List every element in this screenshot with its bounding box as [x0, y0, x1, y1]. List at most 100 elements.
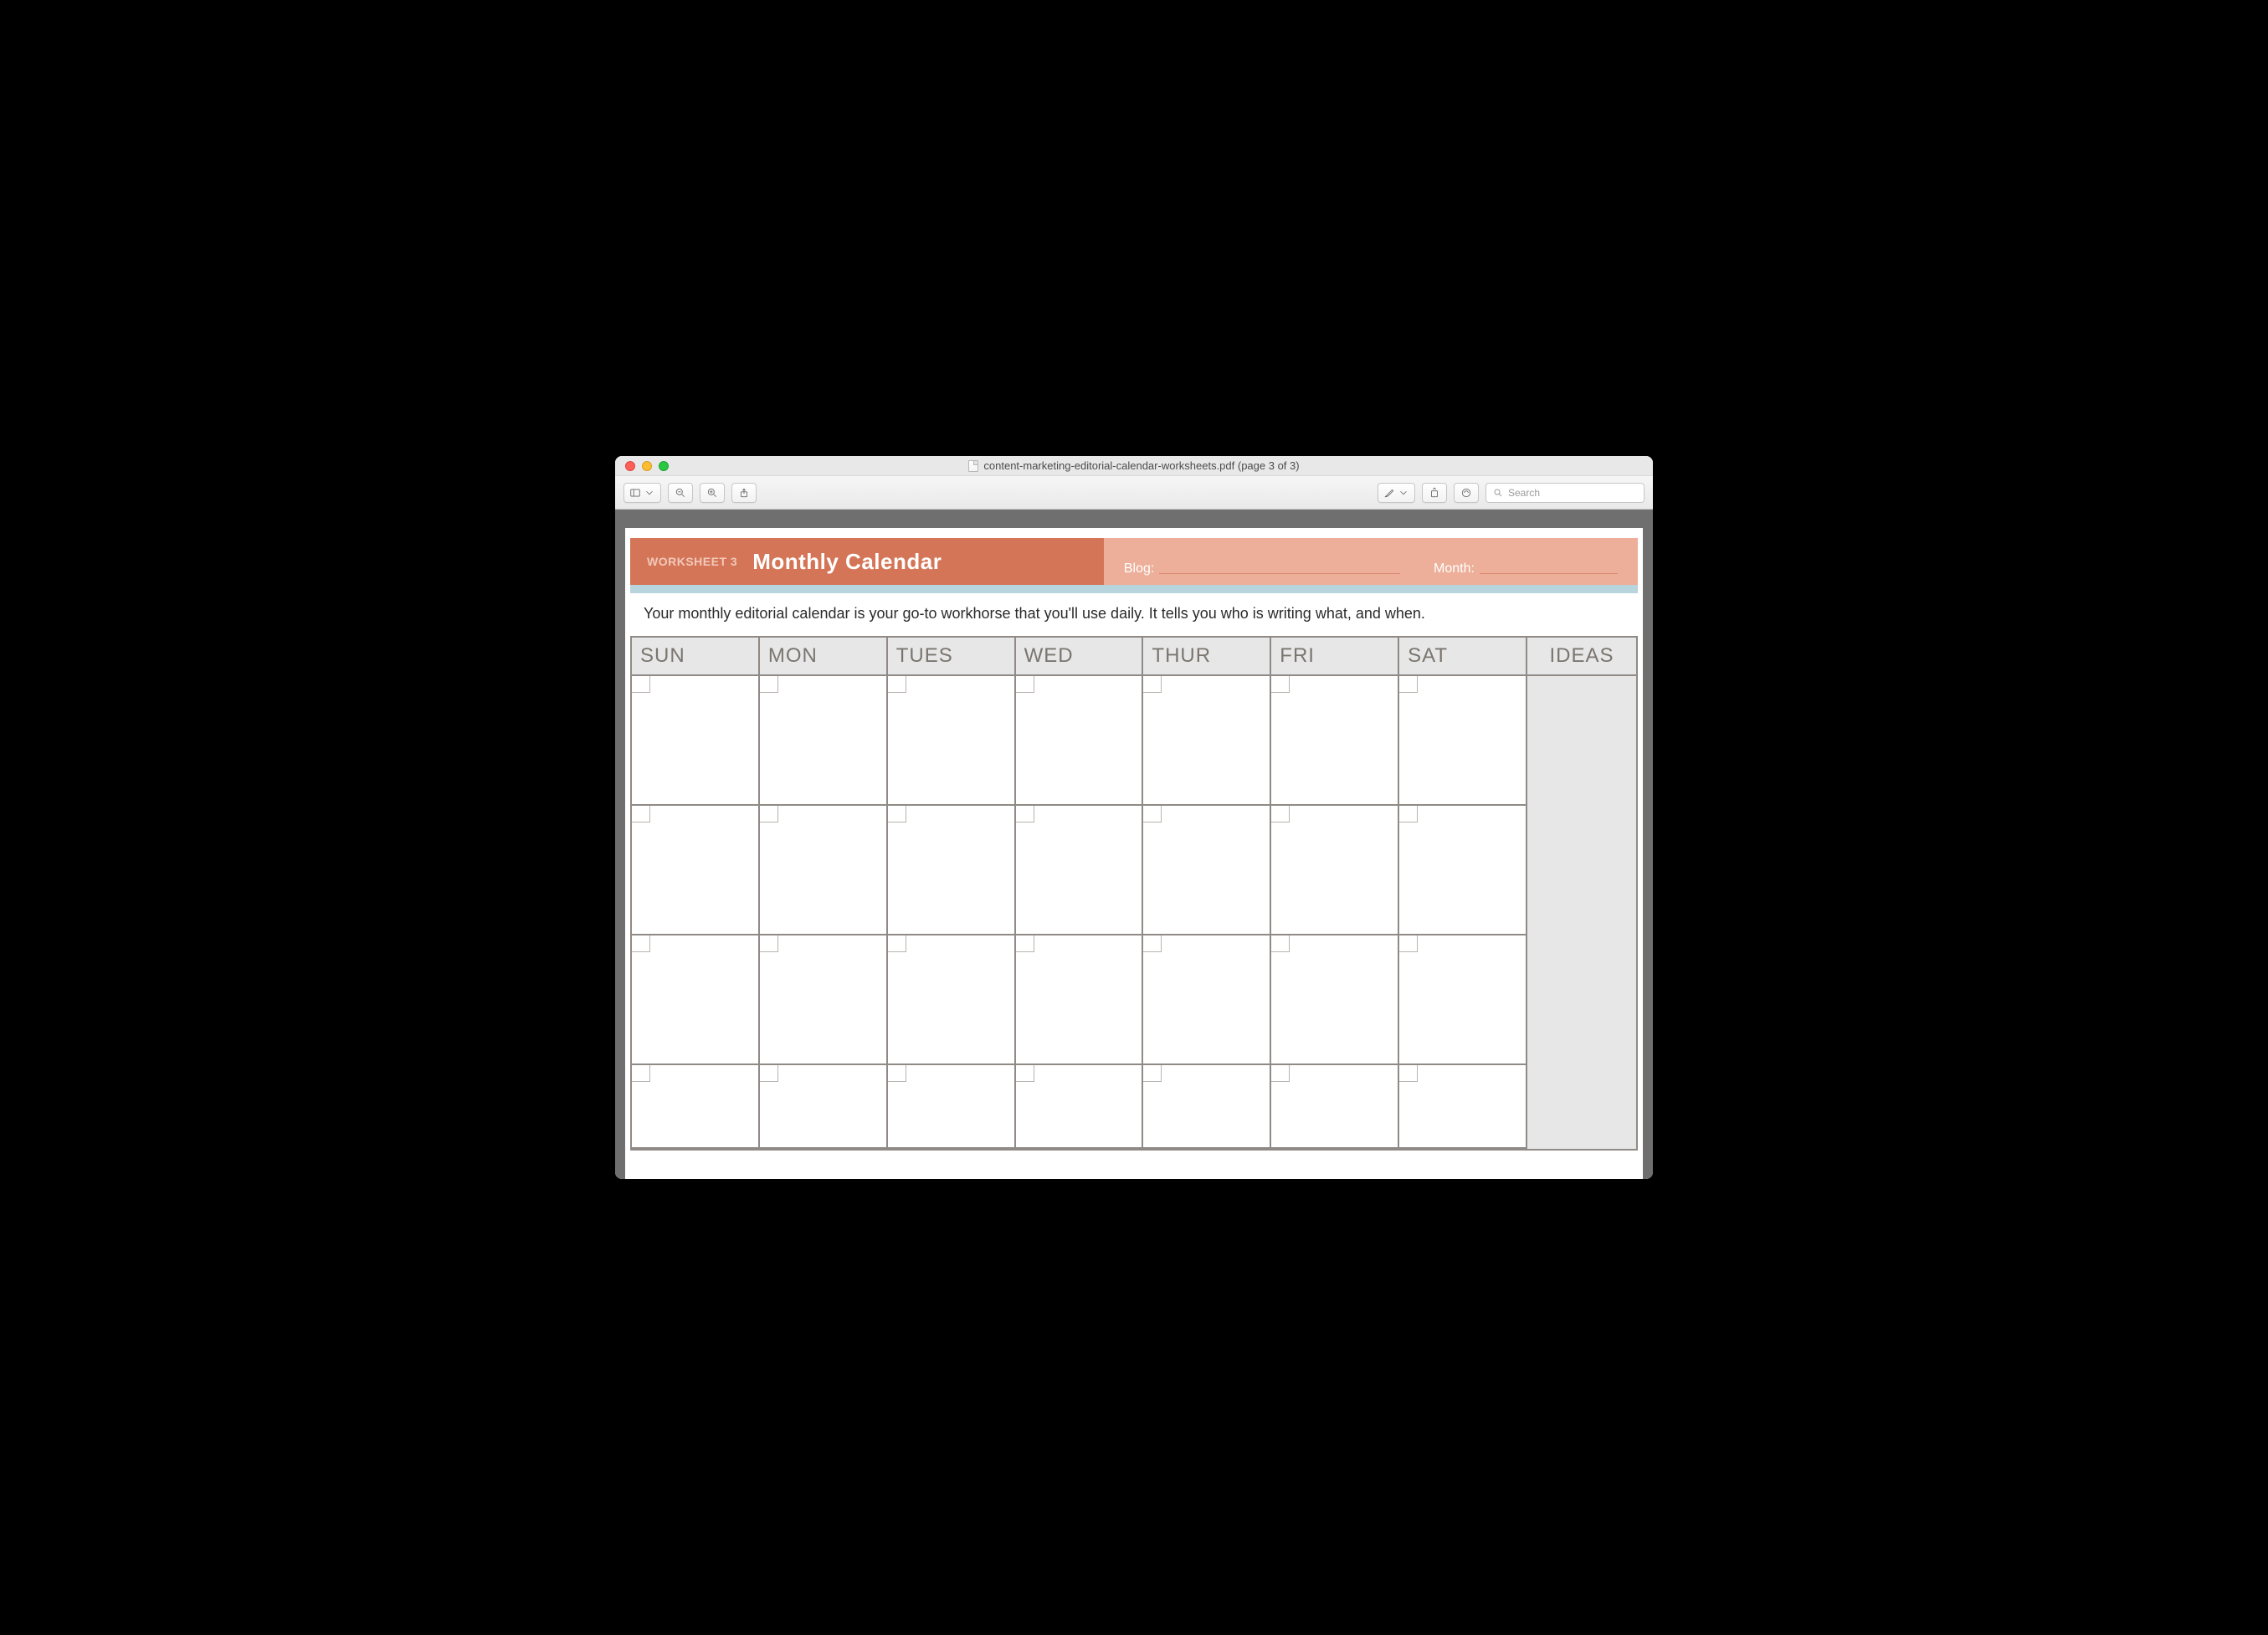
date-box — [888, 806, 906, 823]
calendar-cell — [1271, 806, 1399, 935]
date-box — [1271, 676, 1290, 693]
calendar-cell — [1143, 935, 1271, 1065]
date-box — [1016, 1065, 1034, 1082]
date-box — [760, 1065, 778, 1082]
document-viewport[interactable]: WORKSHEET 3 Monthly Calendar Blog: Month… — [615, 510, 1653, 1179]
worksheet-number: WORKSHEET 3 — [647, 555, 737, 568]
highlight-button[interactable] — [1378, 483, 1415, 503]
calendar-cell — [632, 1065, 760, 1149]
date-box — [1271, 806, 1290, 823]
window-title: content-marketing-editorial-calendar-wor… — [615, 459, 1653, 472]
window-title-text: content-marketing-editorial-calendar-wor… — [983, 459, 1299, 472]
date-box — [1399, 806, 1418, 823]
zoom-out-icon — [675, 487, 686, 499]
accent-bar — [630, 585, 1638, 593]
search-icon — [1493, 488, 1503, 498]
worksheet-description: Your monthly editorial calendar is your … — [625, 593, 1643, 636]
worksheet-title: Monthly Calendar — [752, 549, 942, 575]
day-header-sun: SUN — [632, 638, 760, 674]
calendar-grid: SUN MON TUES WED THUR FRI SAT IDEAS — [630, 636, 1638, 1151]
ideas-column — [1527, 676, 1636, 1149]
date-box — [632, 676, 650, 693]
date-box — [1143, 676, 1162, 693]
date-box — [632, 806, 650, 823]
close-window-button[interactable] — [625, 461, 635, 471]
toolbar: Search — [615, 476, 1653, 510]
date-box — [1399, 676, 1418, 693]
document-icon — [968, 460, 978, 472]
rotate-button[interactable] — [1422, 483, 1447, 503]
date-box — [888, 935, 906, 952]
blog-label: Blog: — [1124, 561, 1154, 577]
highlight-icon — [1383, 487, 1395, 499]
share-icon — [738, 487, 750, 499]
zoom-out-button[interactable] — [668, 483, 693, 503]
calendar-cell — [1016, 676, 1144, 806]
date-box — [760, 806, 778, 823]
blog-underline — [1159, 573, 1400, 574]
month-label: Month: — [1434, 561, 1475, 577]
date-box — [1016, 806, 1034, 823]
calendar-cell — [1399, 806, 1527, 935]
titlebar: content-marketing-editorial-calendar-wor… — [615, 456, 1653, 476]
date-box — [1143, 806, 1162, 823]
calendar-cell — [1143, 676, 1271, 806]
date-box — [1399, 935, 1418, 952]
day-header-mon: MON — [760, 638, 888, 674]
calendar-cell — [1271, 935, 1399, 1065]
search-input[interactable]: Search — [1485, 483, 1645, 503]
day-header-sat: SAT — [1399, 638, 1527, 674]
chevron-down-icon — [1398, 487, 1409, 499]
share-button[interactable] — [731, 483, 757, 503]
sidebar-toggle-button[interactable] — [623, 483, 661, 503]
calendar-cell — [1399, 676, 1527, 806]
app-window: content-marketing-editorial-calendar-wor… — [615, 456, 1653, 1179]
calendar-cell — [1143, 806, 1271, 935]
window-controls — [615, 461, 669, 471]
calendar-cell — [1271, 1065, 1399, 1149]
calendar-cell — [1016, 1065, 1144, 1149]
day-header-fri: FRI — [1271, 638, 1399, 674]
date-box — [1016, 676, 1034, 693]
date-box — [632, 1065, 650, 1082]
pdf-page: WORKSHEET 3 Monthly Calendar Blog: Month… — [625, 528, 1643, 1179]
calendar-cell — [760, 806, 888, 935]
markup-button[interactable] — [1454, 483, 1479, 503]
zoom-in-icon — [706, 487, 718, 499]
calendar-cell — [888, 935, 1016, 1065]
fullscreen-window-button[interactable] — [659, 461, 669, 471]
calendar-cell — [632, 676, 760, 806]
calendar-body — [632, 676, 1636, 1149]
day-header-thu: THUR — [1143, 638, 1271, 674]
blog-field: Blog: — [1124, 561, 1400, 577]
rotate-icon — [1429, 487, 1440, 499]
calendar-cell — [888, 676, 1016, 806]
date-box — [1143, 935, 1162, 952]
calendar-cell — [1271, 676, 1399, 806]
calendar-cell — [1143, 1065, 1271, 1149]
month-field: Month: — [1434, 561, 1618, 577]
calendar-cell — [1399, 935, 1527, 1065]
date-box — [1399, 1065, 1418, 1082]
calendar-cell — [888, 1065, 1016, 1149]
minimize-window-button[interactable] — [642, 461, 652, 471]
calendar-cell — [632, 935, 760, 1065]
date-box — [1016, 935, 1034, 952]
calendar-header-row: SUN MON TUES WED THUR FRI SAT IDEAS — [632, 638, 1636, 676]
date-box — [760, 935, 778, 952]
date-box — [888, 676, 906, 693]
calendar-cell — [760, 935, 888, 1065]
calendar-cell — [1016, 935, 1144, 1065]
date-box — [1271, 1065, 1290, 1082]
date-box — [760, 676, 778, 693]
ideas-header: IDEAS — [1527, 638, 1636, 674]
month-underline — [1480, 573, 1618, 574]
date-box — [1271, 935, 1290, 952]
calendar-cell — [1016, 806, 1144, 935]
zoom-in-button[interactable] — [700, 483, 725, 503]
date-box — [632, 935, 650, 952]
day-header-wed: WED — [1016, 638, 1144, 674]
calendar-cell — [888, 806, 1016, 935]
date-box — [888, 1065, 906, 1082]
chevron-down-icon — [644, 487, 655, 499]
